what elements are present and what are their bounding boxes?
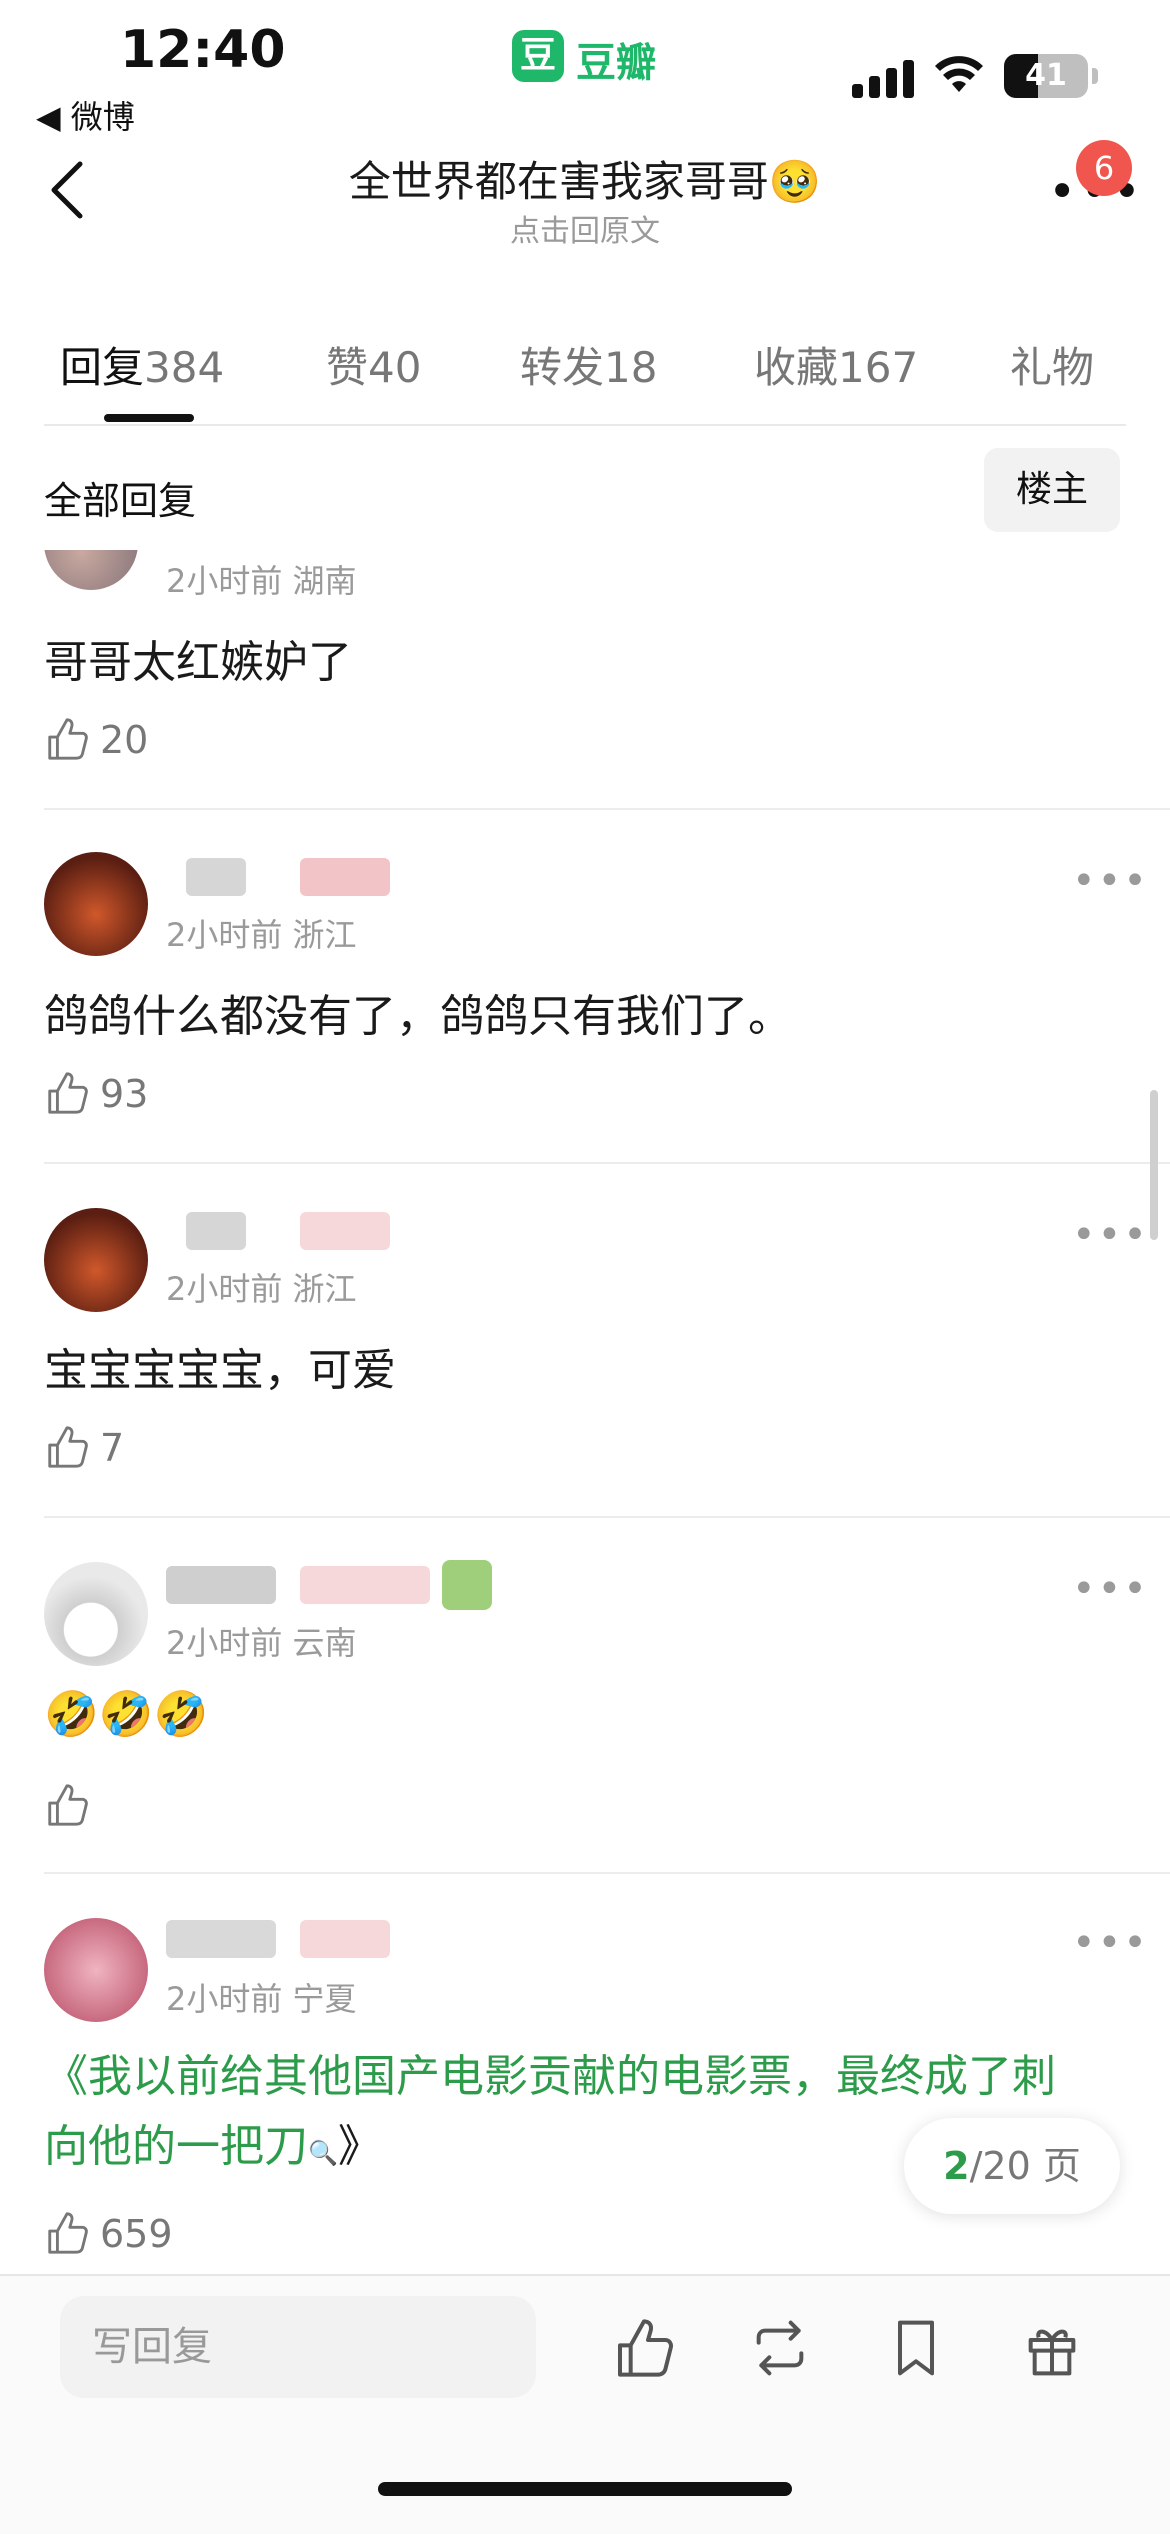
op-only-button[interactable]: 楼主 (984, 448, 1120, 532)
comment-meta: 2小时前 浙江 (166, 1270, 357, 1308)
comment-text[interactable]: 《我以前给其他国产电影贡献的电影票，最终成了刺 (44, 2042, 1134, 2112)
active-tab-indicator (104, 414, 194, 422)
comment-text: 🤣🤣🤣 (44, 1689, 209, 1740)
thumbs-up-icon[interactable] (44, 1782, 90, 1828)
cellular-signal-icon (852, 58, 916, 98)
username[interactable] (186, 858, 246, 896)
username[interactable] (166, 1566, 276, 1604)
tab-reposts-count: 18 (604, 343, 658, 392)
comment-more-icon[interactable]: ••• (1072, 1566, 1149, 1612)
tab-replies-count: 384 (144, 343, 225, 392)
battery-icon: 41 (1004, 54, 1088, 98)
comment-divider (44, 808, 1170, 810)
username[interactable] (186, 1212, 246, 1250)
like-count: 93 (100, 1072, 149, 1116)
user-badge (300, 1566, 430, 1604)
wifi-icon (934, 54, 984, 105)
comment-text-continued[interactable]: 向他的一把刀🔍》 (44, 2112, 382, 2188)
comment-meta: 2小时前 浙江 (166, 916, 357, 954)
like-count: 7 (100, 1426, 125, 1470)
thumbs-up-icon[interactable] (44, 716, 90, 762)
tab-collections[interactable]: 收藏167 (754, 334, 918, 395)
app-name: 豆瓣 (576, 40, 656, 86)
badge-icon (442, 1560, 492, 1610)
avatar[interactable] (44, 1208, 148, 1312)
user-badge (300, 1212, 390, 1250)
avatar[interactable] (44, 1562, 148, 1666)
like-icon[interactable] (612, 2316, 676, 2380)
thumbs-up-icon[interactable] (44, 2210, 90, 2256)
thumbs-up-icon[interactable] (44, 1070, 90, 1116)
avatar[interactable] (44, 852, 148, 956)
tab-collections-count: 167 (838, 343, 919, 392)
tab-reposts[interactable]: 转发18 (520, 334, 657, 395)
post-title: 全世界都在害我家哥哥🥹 (348, 157, 822, 206)
tab-collections-label: 收藏 (754, 343, 839, 392)
comment-more-icon[interactable]: ••• (1072, 1212, 1149, 1258)
comment-meta: 2小时前 宁夏 (166, 1980, 357, 2018)
back-to-original-link[interactable]: 点击回原文 (0, 206, 1170, 250)
user-badge (300, 1920, 390, 1958)
reply-input[interactable]: 写回复 (60, 2296, 536, 2398)
tab-likes-label: 赞 (326, 343, 369, 392)
back-to-app-link[interactable]: ◀ 微博 (36, 92, 135, 138)
comment-text: 哥哥太红嫉妒了 (44, 637, 352, 688)
tab-likes[interactable]: 赞40 (326, 334, 421, 395)
comment-text: 鸽鸽什么都没有了，鸽鸽只有我们了。 (44, 991, 792, 1042)
comment-divider (44, 1516, 1170, 1518)
comment-more-icon[interactable]: ••• (1072, 1920, 1149, 1966)
scrollbar[interactable] (1150, 1090, 1158, 1240)
comment-text: 宝宝宝宝宝，可爱 (44, 1345, 396, 1396)
total-pages: /20 页 (969, 2144, 1081, 2188)
comment-more-icon[interactable]: ••• (1072, 858, 1149, 904)
tab-replies[interactable]: 回复384 (60, 334, 224, 395)
battery-cap (1092, 68, 1098, 84)
all-replies-label: 全部回复 (44, 479, 197, 523)
tab-gifts-label: 礼物 (1010, 343, 1095, 392)
like-count: 20 (100, 718, 149, 762)
page-indicator[interactable]: 2/20 页 (904, 2118, 1120, 2214)
home-indicator[interactable] (378, 2482, 792, 2496)
movie-link-line1[interactable]: 《我以前给其他国产电影贡献的电影票，最终成了刺 (44, 2051, 1056, 2102)
tabs-divider (44, 424, 1126, 426)
tab-replies-label: 回复 (60, 343, 145, 392)
comment-divider (44, 1872, 1170, 1874)
notification-badge: 6 (1076, 140, 1132, 196)
douban-logo-icon: 豆 (512, 30, 564, 82)
battery-level: 41 (1025, 58, 1067, 93)
tab-reposts-label: 转发 (520, 343, 605, 392)
repost-icon[interactable] (748, 2316, 812, 2380)
search-icon[interactable]: 🔍 (308, 2139, 338, 2167)
thumbs-up-icon[interactable] (44, 1424, 90, 1470)
user-badge (300, 858, 390, 896)
tab-likes-count: 40 (368, 343, 422, 392)
comment-meta: 2小时前 云南 (166, 1624, 357, 1662)
bookmark-icon[interactable] (884, 2316, 948, 2380)
like-count: 659 (100, 2212, 173, 2256)
username[interactable] (166, 1920, 276, 1958)
avatar[interactable] (44, 1918, 148, 2022)
movie-link-line2[interactable]: 向他的一把刀 (44, 2121, 308, 2172)
status-time: 12:40 (120, 20, 286, 80)
gift-icon[interactable] (1020, 2316, 1084, 2380)
comment-divider (44, 1162, 1170, 1164)
tab-gifts[interactable]: 礼物 (1010, 334, 1094, 395)
comment-meta: 2小时前 湖南 (166, 562, 357, 600)
current-page: 2 (943, 2144, 970, 2188)
